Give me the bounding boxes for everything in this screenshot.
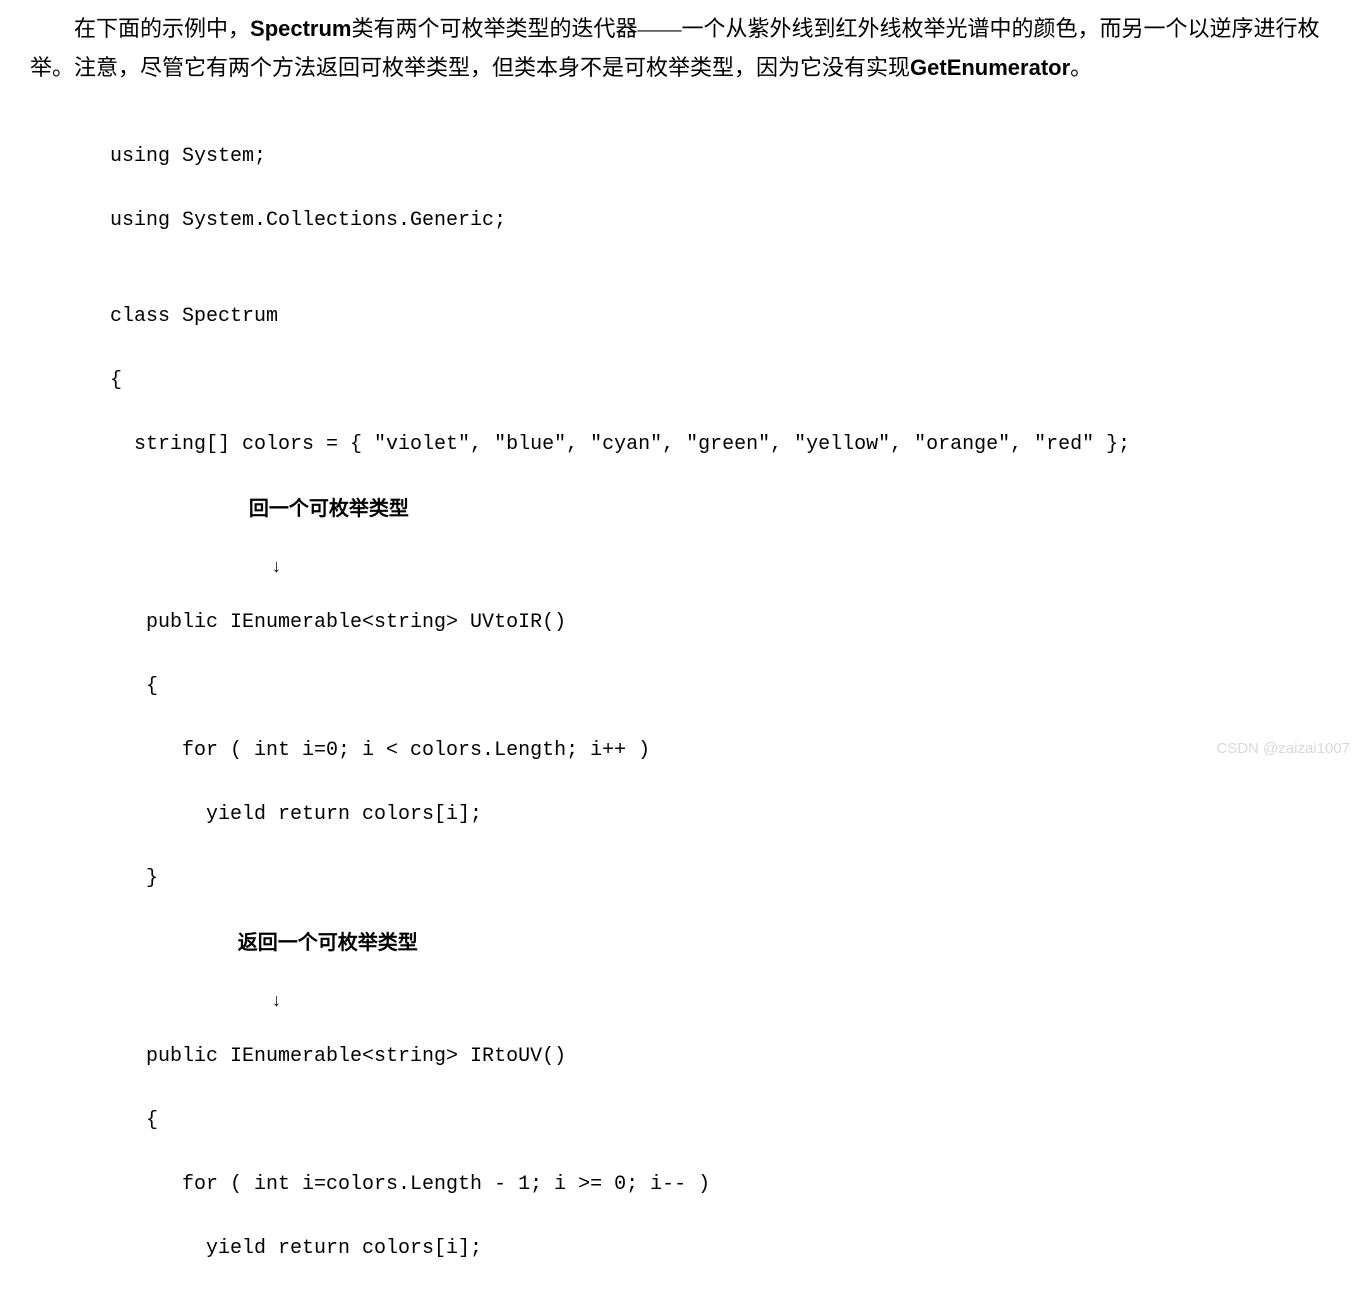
code-line: yield return colors[i]; [110, 1233, 1335, 1265]
intro-latin-2: GetEnumerator [910, 55, 1070, 80]
code-line: yield return colors[i]; [110, 799, 1335, 831]
intro-text-3: 。 [1070, 55, 1092, 80]
watermark: CSDN @zaizai1007 [1216, 740, 1350, 757]
code-line: class Spectrum [110, 301, 1335, 333]
code-line: { [110, 671, 1335, 703]
intro-latin-1: Spectrum [250, 16, 351, 41]
code-block: using System; using System.Collections.G… [30, 109, 1335, 1297]
code-line: { [110, 365, 1335, 397]
down-arrow-icon: ↓ [110, 991, 1335, 1009]
annotation-1: 回一个可枚举类型 [110, 493, 1335, 525]
code-line: } [110, 863, 1335, 895]
code-line: string[] colors = { "violet", "blue", "c… [110, 429, 1335, 461]
code-line: using System.Collections.Generic; [110, 205, 1335, 237]
intro-text-1: 在下面的示例中， [74, 16, 250, 41]
annotation-2: 返回一个可枚举类型 [110, 927, 1335, 959]
code-line: { [110, 1105, 1335, 1137]
intro-paragraph: 在下面的示例中，Spectrum类有两个可枚举类型的迭代器——一个从紫外线到红外… [30, 10, 1335, 87]
code-line: public IEnumerable<string> IRtoUV() [110, 1041, 1335, 1073]
code-line: for ( int i=0; i < colors.Length; i++ ) [110, 735, 1335, 767]
code-line: using System; [110, 141, 1335, 173]
code-line: public IEnumerable<string> UVtoIR() [110, 607, 1335, 639]
code-line: for ( int i=colors.Length - 1; i >= 0; i… [110, 1169, 1335, 1201]
down-arrow-icon: ↓ [110, 557, 1335, 575]
